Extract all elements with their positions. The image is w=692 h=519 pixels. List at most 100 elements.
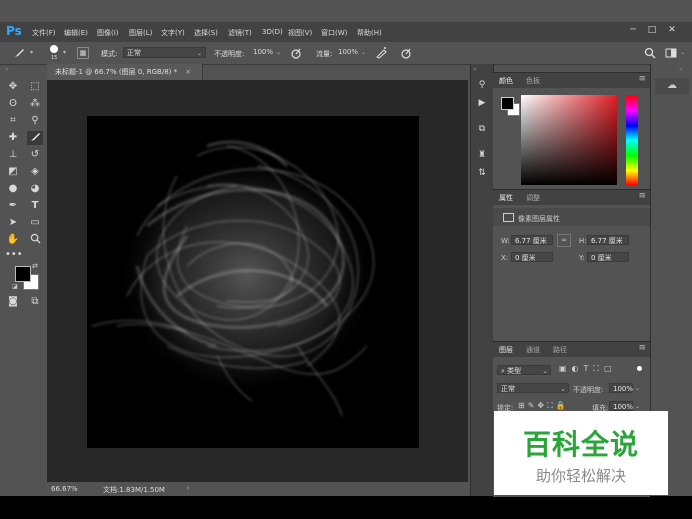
quick-mask-icon[interactable]: ◙ (5, 295, 21, 309)
magic-wand-tool-icon[interactable]: ⁂ (27, 97, 43, 111)
layers-panel-menu-icon[interactable]: ≡ (638, 343, 646, 353)
menu-item-3[interactable]: 图层(L) (129, 28, 152, 38)
path-selection-tool-icon[interactable]: ➤ (5, 216, 21, 230)
workspace-icon[interactable] (665, 47, 677, 59)
menu-item-2[interactable]: 图像(I) (97, 28, 119, 38)
mode-select[interactable]: 正常 ⌄ (123, 47, 206, 58)
default-colors-icon[interactable]: ◪ (12, 283, 18, 290)
menu-item-8[interactable]: 视图(V) (288, 28, 312, 38)
marquee-tool-icon[interactable]: ⬚ (27, 80, 43, 94)
type-tool-icon[interactable]: T (27, 199, 43, 213)
workspace-chevron-icon[interactable]: ⌄ (680, 49, 685, 56)
layer-opacity-field[interactable]: 100% (609, 383, 633, 393)
menu-item-4[interactable]: 文字(Y) (161, 28, 185, 38)
tab-color[interactable]: 颜色 (499, 76, 513, 86)
document-tab[interactable]: 未标题-1 @ 66.7% (图层 0, RGB/8) * × (47, 64, 203, 80)
layer-opacity-chevron-icon[interactable]: ⌄ (635, 385, 640, 392)
opacity-field[interactable]: 100% (250, 47, 274, 58)
canvas[interactable] (87, 116, 419, 448)
y-field[interactable]: 0 厘米 (587, 252, 629, 262)
link-dimensions-icon[interactable]: ∞ (557, 234, 571, 247)
hand-tool-icon[interactable]: ✋ (5, 233, 21, 247)
menu-item-7[interactable]: 3D(D) (262, 28, 283, 36)
healing-brush-tool-icon[interactable]: ✚ (5, 131, 21, 145)
watermark-title: 百科全说 (522, 428, 639, 461)
document-tab-close-icon[interactable]: × (185, 68, 191, 76)
blur-tool-icon[interactable]: ● (5, 182, 21, 196)
tool-preset-chevron-icon[interactable]: ▾ (30, 49, 33, 56)
panel-collapse-icon[interactable]: « (5, 66, 9, 73)
layer-comps-icon[interactable]: ⧉ (474, 122, 490, 136)
tab-paths[interactable]: 路径 (553, 345, 567, 355)
lock-icons[interactable]: ⊞✎✥⛶🔒 (518, 401, 569, 411)
status-arrow-icon[interactable]: › (187, 484, 190, 492)
fill-chevron-icon[interactable]: ⌄ (635, 403, 640, 410)
tab-properties[interactable]: 属性 (499, 193, 513, 203)
foreground-color-swatch[interactable] (15, 266, 31, 282)
screen-mode-icon[interactable]: ⧉ (27, 295, 43, 309)
adjustments-icon[interactable]: ⇅ (474, 166, 490, 180)
lasso-tool-icon[interactable]: ʘ (5, 97, 21, 111)
flow-field[interactable]: 100% (335, 47, 359, 58)
layer-filter-kind[interactable]: ⌕ 类型 ⌄ (497, 365, 551, 375)
width-field[interactable]: 6.77 厘米 (511, 235, 553, 245)
menu-item-5[interactable]: 选择(S) (194, 28, 218, 38)
eraser-tool-icon[interactable]: ◩ (5, 165, 21, 179)
panel-foreground-swatch[interactable] (501, 97, 514, 110)
brush-tool-icon[interactable] (13, 47, 25, 59)
pressure-size-icon[interactable] (400, 47, 412, 59)
menu-item-10[interactable]: 帮助(H) (357, 28, 382, 38)
layer-filter-icons[interactable]: ▣◐T⛶▢ (559, 364, 617, 374)
move-tool-icon[interactable]: ✥ (5, 80, 21, 94)
history-brush-tool-icon[interactable]: ↺ (27, 148, 43, 162)
x-field[interactable]: 0 厘米 (511, 252, 553, 262)
menu-item-1[interactable]: 编辑(E) (64, 28, 88, 38)
opacity-chevron-icon[interactable]: ⌄ (276, 49, 281, 56)
mode-select-value: 正常 (127, 49, 141, 57)
zoom-tool-icon[interactable] (27, 233, 43, 247)
tab-swatches[interactable]: 色板 (526, 76, 540, 86)
color-panel-tabs: 颜色 色板 ≡ (493, 73, 650, 88)
blend-mode-select[interactable]: 正常 ⌄ (497, 383, 569, 393)
height-field[interactable]: 6.77 厘米 (587, 235, 629, 245)
maximize-button[interactable]: □ (645, 25, 659, 35)
clone-stamp-tool-icon[interactable]: ⊥ (5, 148, 21, 162)
swap-colors-icon[interactable]: ⇄ (32, 262, 38, 270)
brush-picker-chevron-icon[interactable]: ▾ (63, 49, 66, 56)
dock-collapse-icon[interactable]: » (473, 66, 477, 73)
close-button[interactable]: ✕ (665, 25, 679, 35)
color-field[interactable] (521, 95, 617, 185)
eyedropper-tool-icon[interactable]: ⚲ (27, 114, 43, 128)
more-tools-icon[interactable]: ••• (5, 248, 23, 262)
brush-preview-icon[interactable] (50, 45, 58, 53)
menu-item-6[interactable]: 滤镜(T) (228, 28, 252, 38)
history-panel-icon[interactable]: ⚲ (474, 78, 490, 92)
search-icon[interactable] (644, 47, 656, 59)
paint-bucket-tool-icon[interactable]: ◈ (27, 165, 43, 179)
filter-toggle-icon[interactable] (637, 366, 642, 371)
brush-presets-icon[interactable]: ♜ (474, 148, 490, 162)
far-dock-collapse-icon[interactable]: » (679, 66, 683, 73)
fill-field[interactable]: 100% (609, 401, 633, 411)
zoom-level[interactable]: 66.67% (51, 485, 78, 493)
brush-panel-toggle-icon[interactable]: ▦ (77, 47, 89, 59)
tab-channels[interactable]: 通道 (526, 345, 540, 355)
menu-item-9[interactable]: 窗口(W) (321, 28, 347, 38)
rectangle-tool-icon[interactable]: ▭ (27, 216, 43, 230)
minimize-button[interactable]: ─ (626, 25, 640, 35)
tab-layers[interactable]: 图层 (499, 345, 513, 355)
crop-tool-icon[interactable]: ⌗ (5, 114, 21, 128)
menu-item-0[interactable]: 文件(F) (32, 28, 56, 38)
brush-tool-icon[interactable] (27, 131, 43, 145)
properties-panel-menu-icon[interactable]: ≡ (638, 191, 646, 201)
tab-adjustments[interactable]: 调整 (526, 193, 540, 203)
cc-libraries-icon[interactable]: ☁ (655, 78, 689, 94)
pressure-opacity-icon[interactable] (290, 47, 302, 59)
dodge-tool-icon[interactable]: ◕ (27, 182, 43, 196)
color-panel-menu-icon[interactable]: ≡ (638, 74, 646, 84)
flow-chevron-icon[interactable]: ⌄ (361, 49, 366, 56)
airbrush-icon[interactable] (375, 47, 387, 59)
actions-panel-icon[interactable]: ▶ (474, 96, 490, 110)
pen-tool-icon[interactable]: ✒ (5, 199, 21, 213)
hue-slider[interactable] (626, 95, 638, 185)
